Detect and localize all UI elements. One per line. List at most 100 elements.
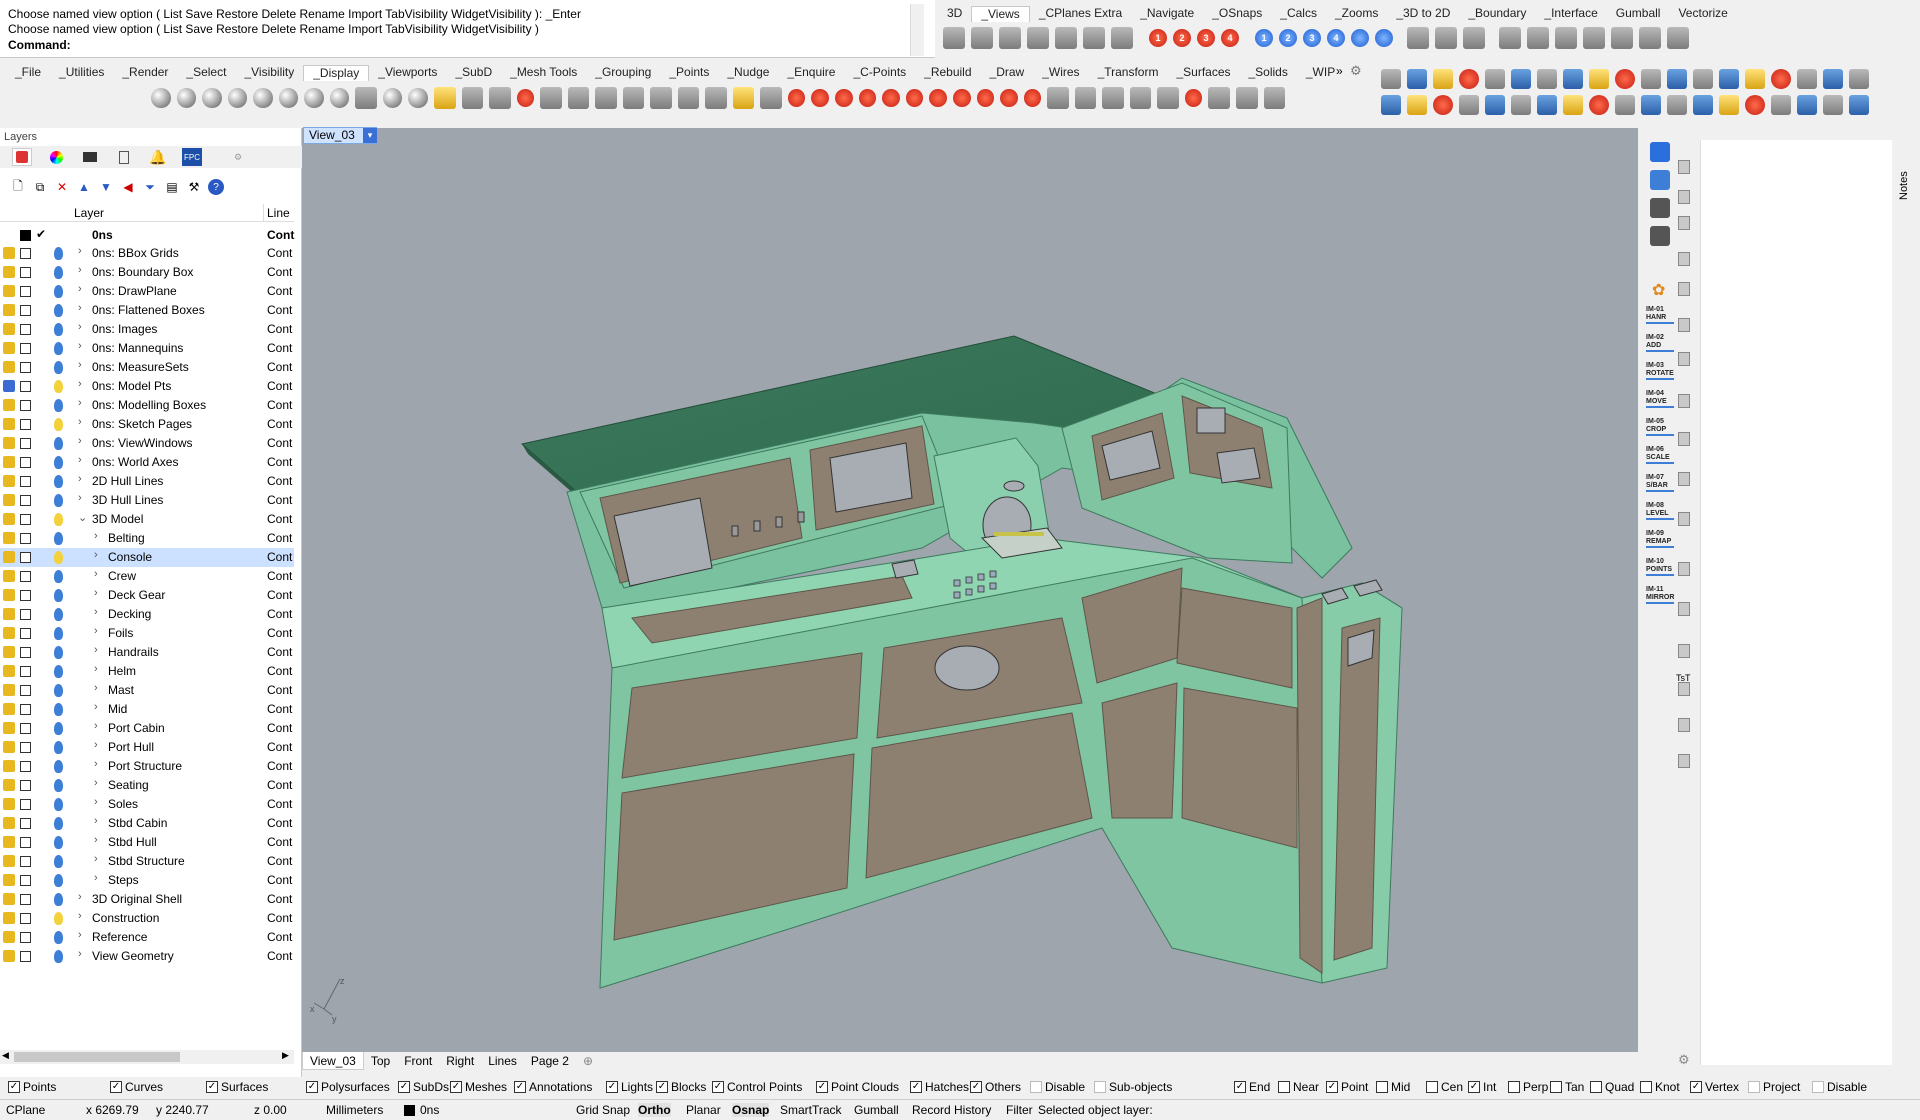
osnap-checkbox[interactable]: Disable: [1812, 1080, 1867, 1094]
side-tool-icon[interactable]: [1650, 198, 1670, 218]
display-mode-icon[interactable]: [278, 88, 299, 108]
checkbox-box[interactable]: [1094, 1081, 1106, 1093]
viewport-menu-dropdown[interactable]: ▾: [363, 128, 377, 143]
expand-arrow-icon[interactable]: ›: [94, 758, 98, 770]
side-tool-icon[interactable]: [1650, 170, 1670, 190]
toolbar-tab[interactable]: _Mesh Tools: [501, 65, 586, 81]
notifications-tab-icon[interactable]: 🔔: [148, 148, 168, 166]
cplane-next-icon[interactable]: [1639, 27, 1661, 49]
expand-arrow-icon[interactable]: ›: [94, 530, 98, 542]
cplane-icon[interactable]: [1499, 27, 1521, 49]
osnap-checkbox[interactable]: ✓ Vertex: [1690, 1080, 1739, 1094]
tool-icon[interactable]: [1485, 95, 1505, 115]
osnap-checkbox[interactable]: Tan: [1550, 1080, 1584, 1094]
filter-checkbox[interactable]: ✓ Hatches: [910, 1080, 969, 1094]
display-mode-icon[interactable]: [952, 89, 971, 107]
visibility-bulb-icon[interactable]: [54, 874, 63, 887]
materials-tab-icon[interactable]: [46, 148, 66, 166]
layer-row[interactable]: › Mid Cont: [0, 700, 294, 719]
side-tool-icon[interactable]: [1678, 562, 1690, 576]
checkbox-box[interactable]: ✓: [910, 1081, 922, 1093]
display-mode-icon[interactable]: [408, 88, 428, 108]
toolbar-tab[interactable]: _Render: [113, 65, 177, 81]
layer-color-swatch[interactable]: [20, 286, 31, 297]
toolbar-tab[interactable]: _CPlanes Extra: [1030, 6, 1131, 22]
unlocked-icon[interactable]: [3, 399, 15, 411]
view-back-icon[interactable]: [1111, 27, 1133, 49]
display-mode-icon[interactable]: [489, 87, 511, 109]
layer-row[interactable]: › 3D Original Shell Cont: [0, 890, 294, 909]
cplane-label[interactable]: CPlane: [6, 1103, 45, 1117]
unlocked-icon[interactable]: [3, 304, 15, 316]
tool-icon[interactable]: [1563, 95, 1583, 115]
macro-button[interactable]: IM-04 MOVE: [1646, 390, 1674, 408]
tool-icon[interactable]: [1771, 95, 1791, 115]
display-mode-icon[interactable]: [382, 88, 403, 108]
side-tool-icon[interactable]: [1678, 602, 1690, 616]
side-tool-icon[interactable]: [1650, 142, 1670, 162]
save-view-icon[interactable]: [1351, 29, 1369, 47]
layer-row[interactable]: › 0ns: Images Cont: [0, 320, 294, 339]
osnap-toggle[interactable]: Osnap: [732, 1103, 770, 1117]
toolbar-tab[interactable]: _Calcs: [1271, 6, 1326, 22]
display-mode-icon[interactable]: [567, 87, 590, 109]
current-layer-label[interactable]: 0ns: [420, 1103, 439, 1117]
layer-color-swatch[interactable]: [20, 362, 31, 373]
osnap-checkbox[interactable]: ✓ End: [1234, 1080, 1270, 1094]
visibility-bulb-icon[interactable]: [54, 380, 63, 393]
tool-icon[interactable]: [1433, 95, 1453, 115]
display-mode-icon[interactable]: [976, 89, 995, 107]
expand-arrow-icon[interactable]: ›: [78, 473, 82, 485]
display-mode-icon[interactable]: [433, 87, 456, 109]
visibility-bulb-icon[interactable]: [54, 532, 63, 545]
expand-arrow-icon[interactable]: ›: [78, 948, 82, 960]
view-top-icon[interactable]: [971, 27, 993, 49]
display-mode-icon[interactable]: [622, 87, 645, 109]
display-mode-icon[interactable]: [227, 88, 248, 108]
osnap-checkbox[interactable]: Perp: [1508, 1080, 1548, 1094]
layer-row[interactable]: › Seating Cont: [0, 776, 294, 795]
expand-arrow-icon[interactable]: ›: [78, 283, 82, 295]
display-mode-icon[interactable]: [151, 88, 171, 108]
visibility-bulb-icon[interactable]: [54, 323, 63, 336]
planar-toggle[interactable]: Planar: [686, 1103, 721, 1117]
visibility-bulb-icon[interactable]: [54, 437, 63, 450]
layer-row[interactable]: › 0ns: Boundary Box Cont: [0, 263, 294, 282]
tool-icon[interactable]: [1823, 95, 1843, 115]
layer-color-swatch[interactable]: [20, 495, 31, 506]
layer-color-swatch[interactable]: [20, 457, 31, 468]
expand-arrow-icon[interactable]: ›: [94, 663, 98, 675]
expand-arrow-icon[interactable]: ›: [78, 340, 82, 352]
checkbox-box[interactable]: [1748, 1081, 1760, 1093]
unlocked-icon[interactable]: [3, 836, 15, 848]
side-tool-icon[interactable]: [1678, 754, 1690, 768]
layer-row[interactable]: › Console Cont: [0, 548, 294, 567]
current-layer-row[interactable]: ✔ 0ns Cont: [0, 226, 294, 244]
checkbox-box[interactable]: [1508, 1081, 1520, 1093]
tool-icon[interactable]: [1823, 69, 1843, 89]
side-tool-icon[interactable]: [1678, 282, 1690, 296]
side-tool-icon[interactable]: [1678, 352, 1690, 366]
layer-row[interactable]: › 0ns: ViewWindows Cont: [0, 434, 294, 453]
expand-arrow-icon[interactable]: ›: [94, 853, 98, 865]
visibility-bulb-icon[interactable]: [54, 836, 63, 849]
toolbar-tab[interactable]: _Surfaces: [1167, 65, 1239, 81]
toolbar-tab[interactable]: _File: [6, 65, 50, 81]
layer-row[interactable]: › 0ns: Mannequins Cont: [0, 339, 294, 358]
tool-icon[interactable]: [1797, 95, 1817, 115]
expand-arrow-icon[interactable]: ›: [94, 568, 98, 580]
layer-row[interactable]: › Soles Cont: [0, 795, 294, 814]
viewport-tab[interactable]: Right: [439, 1052, 481, 1070]
view-right-icon[interactable]: [1027, 27, 1049, 49]
checkbox-box[interactable]: [1030, 1081, 1042, 1093]
filter-checkbox[interactable]: ✓ SubDs: [398, 1080, 449, 1094]
layer-color-swatch[interactable]: [20, 837, 31, 848]
unlocked-icon[interactable]: [3, 475, 15, 487]
expand-arrow-icon[interactable]: ›: [78, 910, 82, 922]
checkbox-box[interactable]: [1278, 1081, 1290, 1093]
osnap-checkbox[interactable]: Quad: [1590, 1080, 1634, 1094]
layer-row[interactable]: › Deck Gear Cont: [0, 586, 294, 605]
viewport-layout-icon[interactable]: [1407, 27, 1429, 49]
layer-row[interactable]: › Handrails Cont: [0, 643, 294, 662]
viewport-tab[interactable]: Page 2: [524, 1052, 576, 1070]
